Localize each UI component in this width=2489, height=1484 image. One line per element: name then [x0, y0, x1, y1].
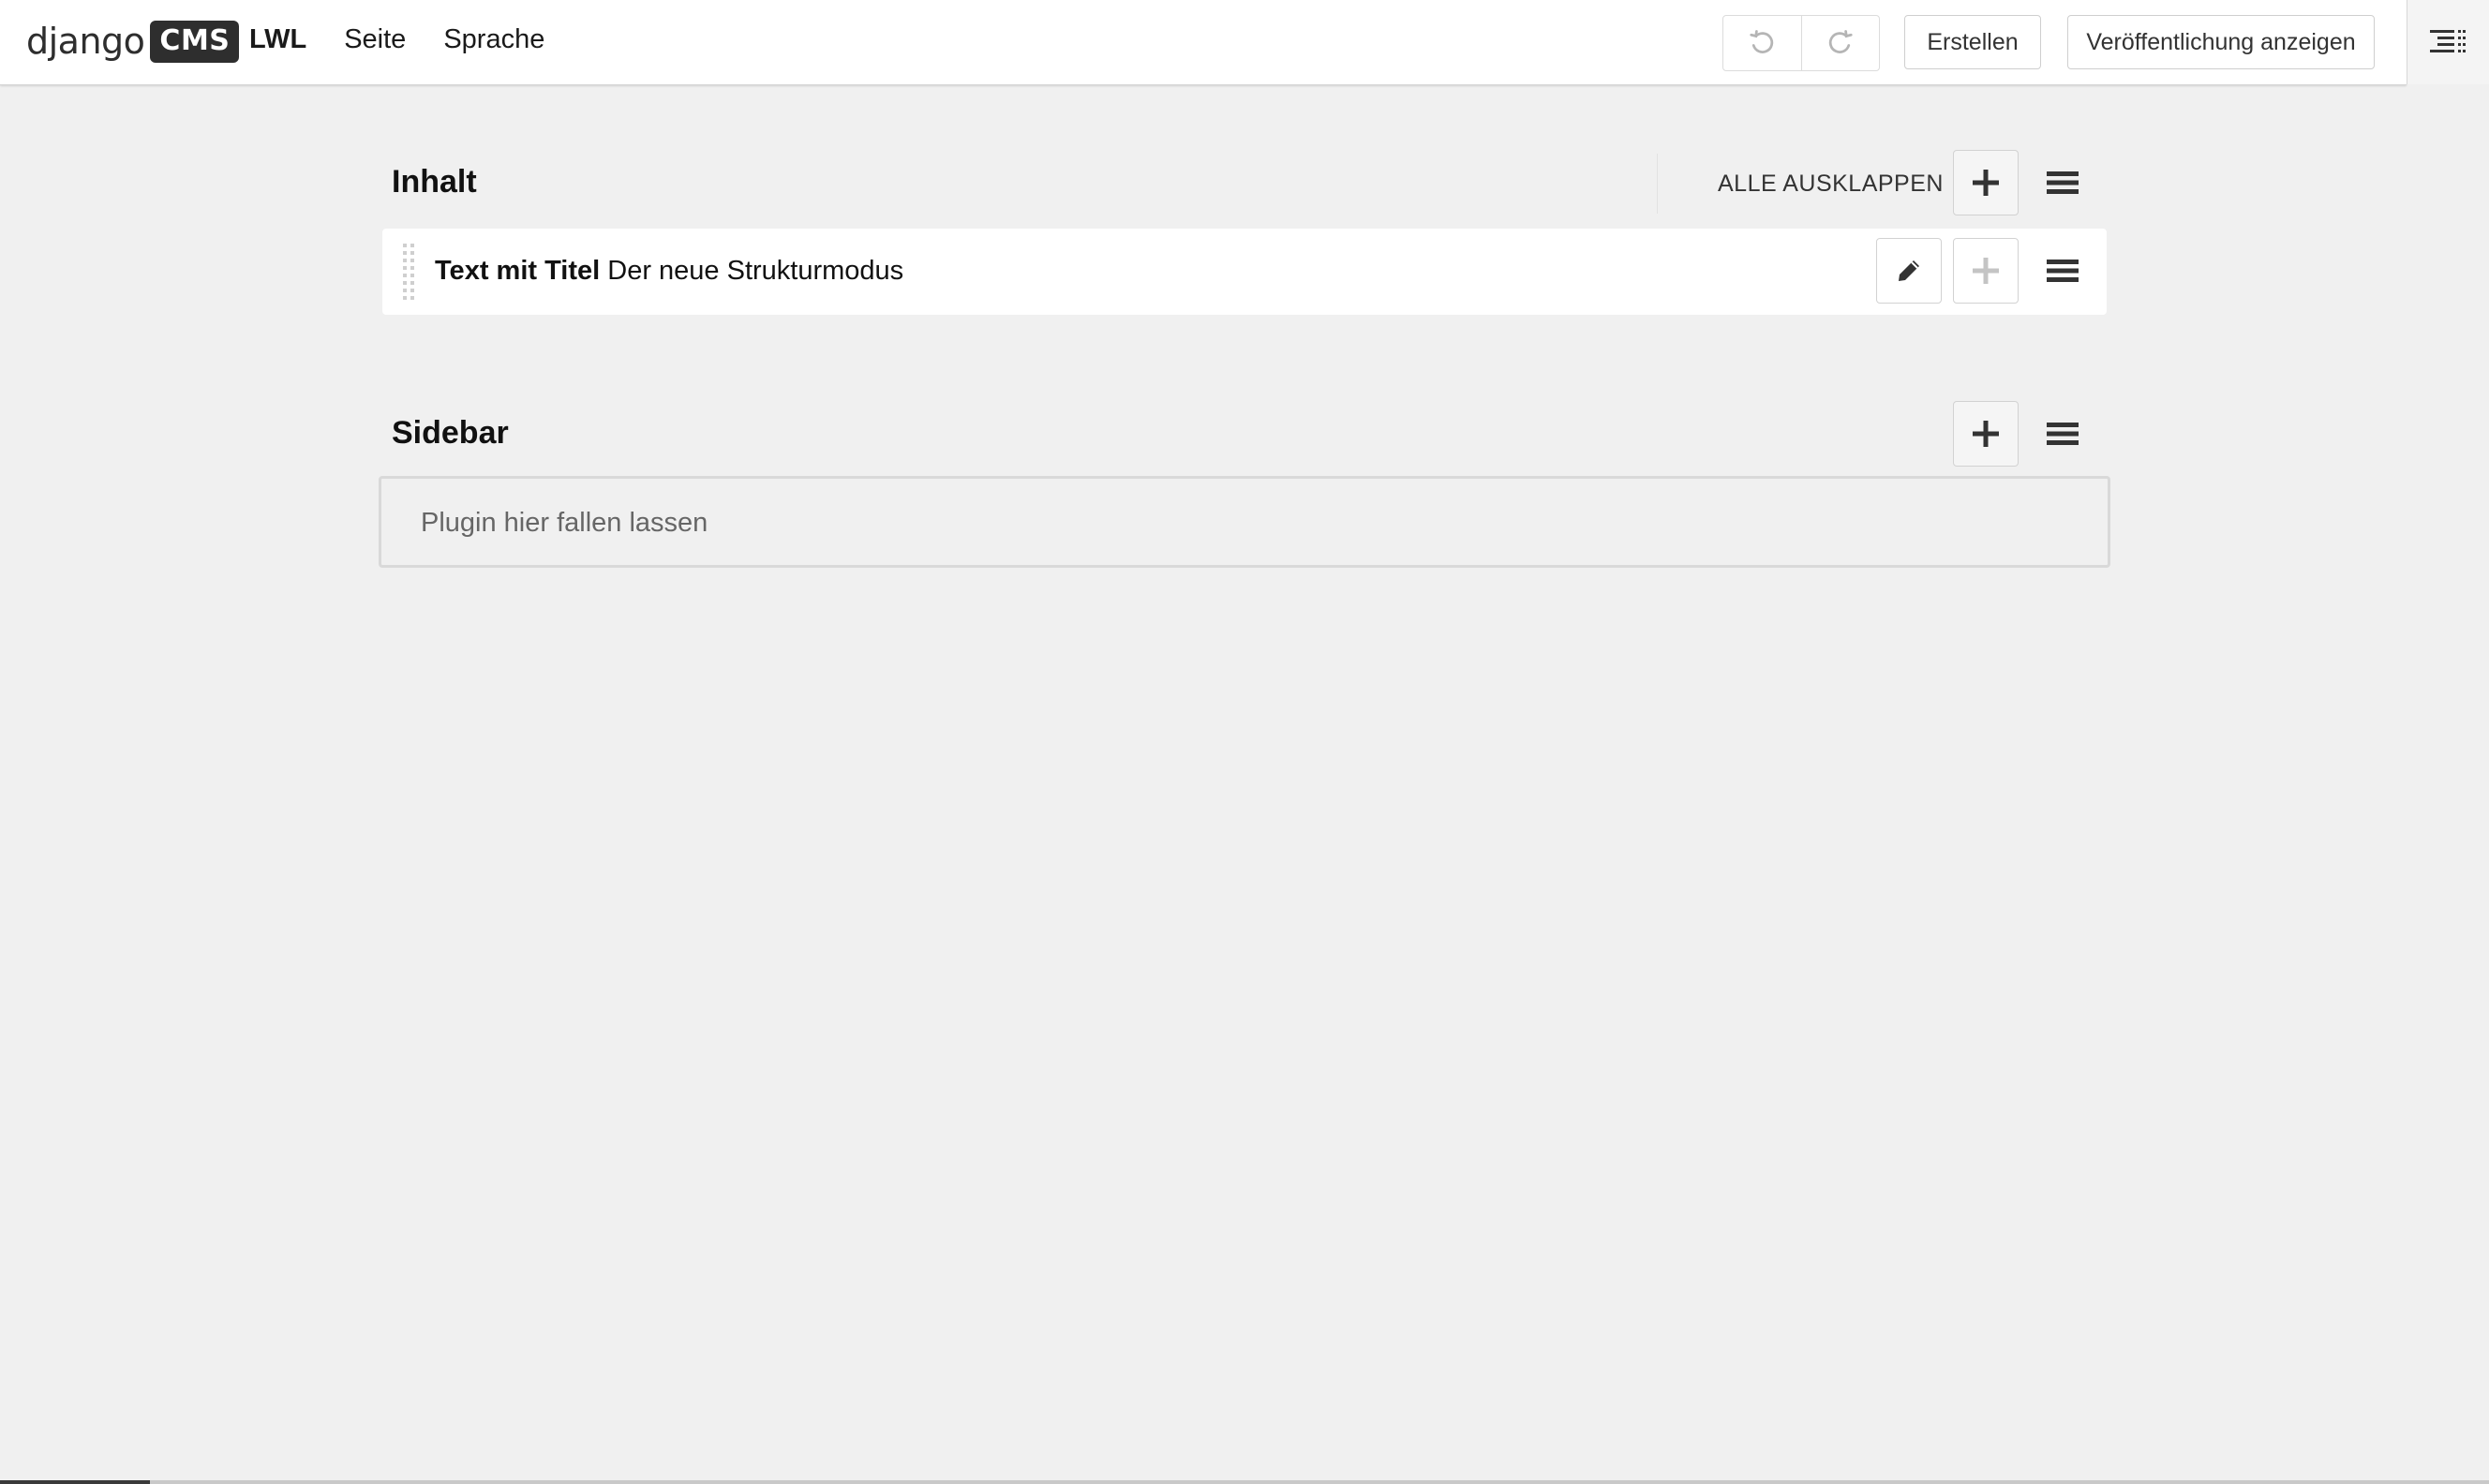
hamburger-icon	[2047, 171, 2079, 194]
dropzone-text: Plugin hier fallen lassen	[421, 508, 708, 538]
structure-mode-toggle[interactable]	[2407, 0, 2489, 84]
edit-plugin-button[interactable]	[1876, 238, 1942, 304]
placeholder-menu-button-sidebar[interactable]	[2030, 401, 2095, 467]
placeholder-title-sidebar: Sidebar	[392, 415, 509, 451]
menu-item-site[interactable]: LWL	[249, 24, 306, 55]
add-child-plugin-button[interactable]	[1953, 238, 2019, 304]
undo-redo-group	[1722, 15, 1880, 71]
hamburger-icon	[2047, 423, 2079, 445]
plugin-title: Der neue Strukturmodus	[607, 256, 904, 286]
placeholder-menu-button[interactable]	[2030, 150, 2095, 215]
undo-button[interactable]	[1723, 16, 1801, 70]
pencil-icon	[1899, 260, 1919, 281]
redo-button[interactable]	[1800, 16, 1880, 70]
plugin-menu-button[interactable]	[2030, 238, 2095, 304]
view-published-button[interactable]: Veröffentlichung anzeigen	[2067, 15, 2375, 69]
plugin-dropzone[interactable]: Plugin hier fallen lassen	[379, 476, 2110, 568]
plugin-type: Text mit Titel	[435, 256, 601, 286]
menu-item-language[interactable]: Sprache	[443, 24, 544, 55]
hamburger-icon	[2047, 260, 2079, 282]
logo-text: django	[26, 21, 145, 62]
plus-icon	[1973, 258, 1999, 284]
plugin-item[interactable]: Text mit Titel Der neue Strukturmodus	[382, 229, 2107, 315]
add-plugin-button[interactable]	[1953, 150, 2019, 215]
placeholder-title-content: Inhalt	[392, 164, 477, 200]
logo-badge: CMS	[150, 20, 240, 63]
expand-all-button[interactable]: ALLE AUSKLAPPEN	[1657, 154, 1944, 214]
plugin-label: Text mit Titel Der neue Strukturmodus	[435, 256, 903, 287]
menu-item-page[interactable]: Seite	[344, 24, 406, 55]
drag-handle-icon[interactable]	[401, 242, 418, 302]
add-plugin-button-sidebar[interactable]	[1953, 401, 2019, 467]
redo-icon	[1828, 30, 1853, 53]
structure-mode-icon	[2430, 30, 2466, 52]
toolbar-menu: LWL Seite Sprache	[249, 24, 582, 55]
plus-icon	[1973, 170, 1999, 196]
django-cms-logo[interactable]: django CMS	[26, 17, 240, 66]
window-bottom-edge	[0, 1480, 2489, 1484]
undo-icon	[1750, 30, 1774, 53]
plus-icon	[1973, 421, 1999, 447]
cms-toolbar: django CMS LWL Seite Sprache Erstellen V…	[0, 0, 2407, 85]
create-button[interactable]: Erstellen	[1904, 15, 2041, 69]
